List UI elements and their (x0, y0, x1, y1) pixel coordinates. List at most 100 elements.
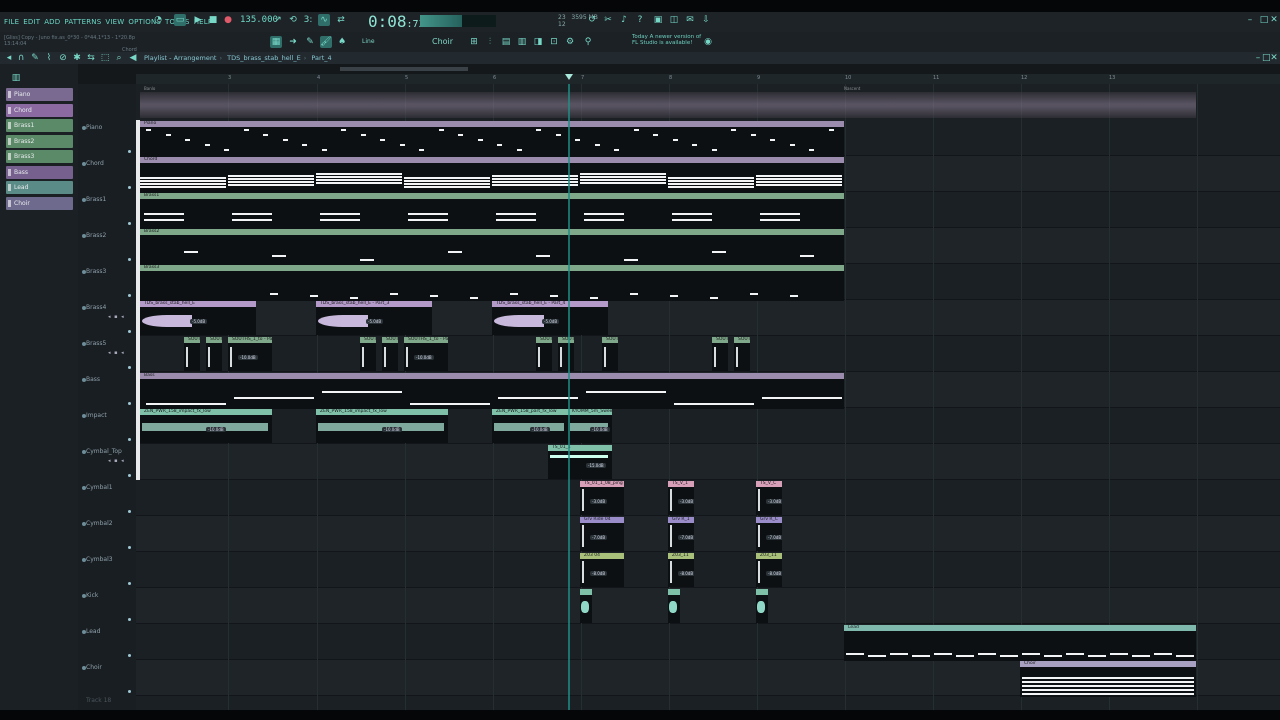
track-header-lead[interactable]: Lead (86, 628, 100, 635)
mic-icon[interactable]: ♪ (618, 14, 630, 26)
piano-icon[interactable]: ▥ (516, 36, 528, 48)
track-select-dot[interactable] (128, 366, 131, 369)
pattern-selector[interactable]: Choir (432, 37, 453, 46)
stop-icon[interactable]: ■ (207, 14, 219, 26)
track-mute-led[interactable] (82, 162, 86, 166)
timeline-ruler[interactable]: 3 4 5 6 7 8 9 10 11 12 13 (136, 74, 1280, 84)
clip-impact[interactable]: ZEN_PWR_158_part_fx_low -10.0dB (492, 409, 568, 443)
track-header-bass[interactable]: Bass (86, 376, 100, 383)
close-icon[interactable]: ✕ (1270, 14, 1278, 26)
loop-icon[interactable]: ⟲ (287, 14, 299, 26)
playhead-marker-icon[interactable] (565, 74, 573, 80)
track-header-brass3[interactable]: Brass3 (86, 268, 106, 275)
clip-brass5[interactable]: SOUTHS_1 (206, 337, 222, 371)
clip-cymbal3[interactable]: Z03_11 -8.0dB (756, 553, 782, 587)
clip-brass5[interactable]: SOUTHS_1 (734, 337, 750, 371)
clip-cymbal3[interactable]: Z03 04 -8.0dB (580, 553, 624, 587)
track-mute-led[interactable] (82, 594, 86, 598)
clip-cymbal1[interactable]: TS_01_1_08_ping -3.0dB (580, 481, 624, 515)
breadcrumb-pattern[interactable]: TDS_brass_stab_hell_E (227, 54, 301, 62)
clip-brass3[interactable]: Brass3 (140, 265, 844, 301)
clip-brass5[interactable]: SOUTHS_1 (712, 337, 728, 371)
slip-icon[interactable]: ⇆ (86, 53, 96, 63)
track-header-brass1[interactable]: Brass1 (86, 196, 106, 203)
clip-brass1[interactable]: Brass1 (140, 193, 844, 229)
track-select-dot[interactable] (128, 150, 131, 153)
track-mute-led[interactable] (82, 558, 86, 562)
cut-tool-icon[interactable]: ⊞ (468, 36, 480, 48)
track-mute-led[interactable] (82, 306, 86, 310)
news-panel[interactable]: Today A newer version of FL Studio is av… (632, 34, 701, 46)
picker-item-lead[interactable]: Lead (6, 181, 73, 194)
metronome-icon[interactable]: ◔ (152, 14, 164, 26)
clip-cymbal2[interactable]: Grv R_C -7.0dB (756, 517, 782, 551)
track-select-dot[interactable] (128, 654, 131, 657)
menu-add[interactable]: ADD (44, 18, 60, 26)
plugin-icon[interactable]: ⊡ (548, 36, 560, 48)
track-mute-led[interactable] (82, 414, 86, 418)
tap-tempo-icon[interactable]: ↗ (272, 14, 284, 26)
speaker-icon[interactable]: ◀ (128, 53, 138, 63)
track-mute-led[interactable] (82, 522, 86, 526)
picker-item-bass[interactable]: Bass (6, 165, 73, 179)
countdown-icon[interactable]: ⇄ (335, 14, 347, 26)
clip-impact[interactable]: KYOMM_5m_Sweep_01-10.0dB (568, 409, 612, 443)
track-controls-icon[interactable]: ◂ ▪ ◂ (108, 458, 125, 464)
save-icon[interactable]: ▣ (652, 14, 664, 26)
track-select-dot[interactable] (128, 402, 131, 405)
magnet-icon[interactable]: ∩ (16, 53, 26, 63)
track-select-dot[interactable] (128, 330, 131, 333)
channel-rack-icon[interactable]: ▤ (500, 36, 512, 48)
track-header-impact[interactable]: Impact (86, 412, 107, 419)
link-icon[interactable]: ⚲ (582, 36, 594, 48)
playlist-grid[interactable]: Banlo Nascent Piano Chord Brass1 Brass2 Brass3… (136, 84, 1280, 710)
clip-brass4[interactable]: TDS_brass_stab_hell_E -5.0dB (140, 301, 256, 335)
render-icon[interactable]: ◫ (668, 14, 680, 26)
clip-brass2[interactable]: Brass2 (140, 229, 844, 265)
undo-icon[interactable]: ↺ (586, 14, 598, 26)
track-mute-led[interactable] (82, 270, 86, 274)
track-mute-led[interactable] (82, 198, 86, 202)
clip-cymbal-top[interactable]: TS_01_1 -15.0dB (548, 445, 612, 479)
track-controls-icon[interactable]: ◂ ▪ ◂ (108, 350, 125, 356)
playlist-close-icon[interactable]: ✕ (1270, 53, 1278, 63)
track-header-cymbal3[interactable]: Cymbal3 (86, 556, 113, 563)
clip-chord[interactable]: Chord (140, 157, 844, 193)
menu-icon[interactable]: ◂ (4, 53, 14, 63)
clip-lead[interactable]: Lead (844, 625, 1196, 661)
track-select-dot[interactable] (128, 582, 131, 585)
draw-icon[interactable]: ✎ (30, 53, 40, 63)
clip-cymbal3[interactable]: Z03_11 -8.0dB (668, 553, 694, 587)
track-header-brass5[interactable]: Brass5 (86, 340, 106, 347)
horizontal-scrollbar[interactable] (340, 67, 468, 71)
clip-cymbal2[interactable]: Grv R_1 -7.0dB (668, 517, 694, 551)
clip-impact[interactable]: ZEN_PWR_158_impact_fx_low -10.0dB (316, 409, 448, 443)
picker-item-brass3[interactable]: Brass3 (6, 150, 73, 163)
clip-brass5[interactable]: SOUTHS_1 (558, 337, 574, 371)
track-mute-led[interactable] (82, 450, 86, 454)
clip-kick[interactable] (580, 589, 592, 623)
mute-icon[interactable]: ✱ (72, 53, 82, 63)
track-header-chord[interactable]: Chord (86, 160, 104, 167)
breadcrumb-playlist[interactable]: Playlist - Arrangement (144, 54, 216, 62)
clip-brass4[interactable]: TDS_brass_stab_hell_E - Part_3 -5.0dB (316, 301, 432, 335)
track-mute-led[interactable] (82, 342, 86, 346)
track-select-dot[interactable] (128, 546, 131, 549)
track-mute-led[interactable] (82, 126, 86, 130)
clip-brass5[interactable]: SOUTHS_1, Part (360, 337, 376, 371)
menu-view[interactable]: VIEW (105, 18, 124, 26)
playlist-minimize-icon[interactable]: – (1254, 53, 1262, 63)
menu-edit[interactable]: EDIT (23, 18, 40, 26)
clip-kick[interactable] (756, 589, 768, 623)
track-header-brass2[interactable]: Brass2 (86, 232, 106, 239)
track-header-kick[interactable]: Kick (86, 592, 98, 599)
picker-item-choir[interactable]: Choir (6, 196, 73, 210)
clip-brass5[interactable]: SOUTHS_1_to - Part -10.0dB (404, 337, 448, 371)
reference-audio-clip[interactable]: Banlo Nascent (140, 86, 1196, 118)
clip-brass4[interactable]: TDS_brass_stab_hell_E - Part_4 -5.0dB (492, 301, 608, 335)
clip-brass5[interactable]: SOUTHS_1 (382, 337, 398, 371)
track-mute-led[interactable] (82, 486, 86, 490)
globe-icon[interactable]: ◉ (702, 36, 714, 48)
help-icon[interactable]: ? (634, 14, 646, 26)
snap-selector[interactable]: Line (362, 38, 375, 45)
